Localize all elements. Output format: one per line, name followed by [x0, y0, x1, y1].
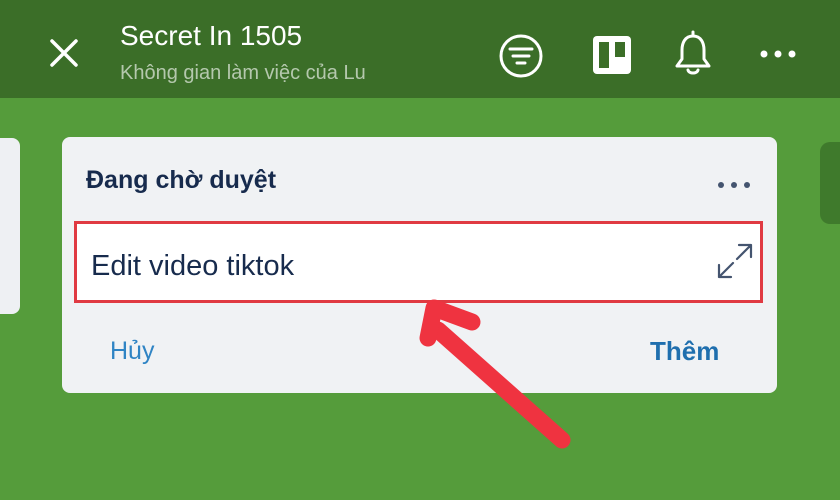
close-icon[interactable]: [44, 33, 84, 73]
expand-icon[interactable]: [715, 241, 755, 281]
new-card-text[interactable]: Edit video tiktok: [91, 250, 294, 283]
board-title: Secret In 1505: [120, 20, 303, 51]
cancel-button[interactable]: Hủy: [110, 337, 154, 366]
workspace-subtitle: Không gian làm việc của Lu: [120, 62, 366, 84]
bell-icon[interactable]: [672, 30, 714, 78]
add-card-button[interactable]: Thêm: [650, 336, 719, 367]
previous-list-edge: [0, 138, 20, 314]
more-icon[interactable]: [758, 44, 798, 64]
next-list-edge: [820, 142, 840, 224]
more-horizontal-icon[interactable]: [717, 177, 751, 188]
list-title: Đang chờ duyệt: [86, 166, 277, 194]
filter-icon[interactable]: [497, 32, 545, 80]
annotation-arrow: [419, 299, 571, 449]
top-app-bar: Secret In 1505 Không gian làm việc của L…: [0, 0, 840, 98]
board-view-icon[interactable]: [592, 35, 632, 75]
